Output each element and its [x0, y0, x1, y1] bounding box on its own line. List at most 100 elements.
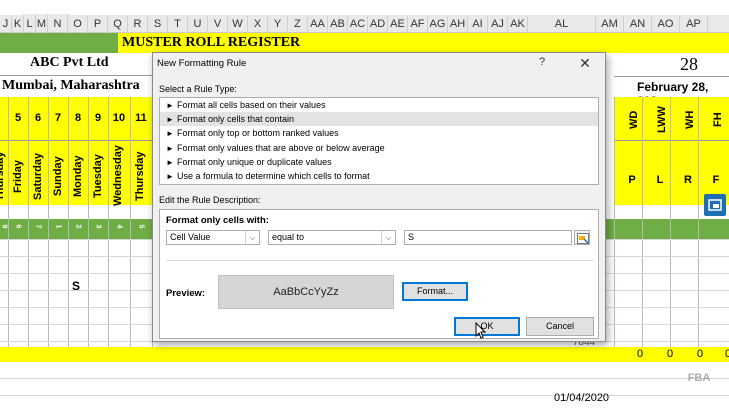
day-number-cell: 5	[14, 112, 22, 124]
condition-type-select[interactable]: Cell Value ⌵	[166, 230, 260, 245]
rule-type-item[interactable]: ► Format only top or bottom ranked values	[160, 126, 598, 140]
day-number-cell: 6	[34, 112, 42, 124]
rule-type-list: ► Format all cells based on their values ►…	[159, 97, 599, 185]
title-accent-strip	[0, 33, 118, 53]
weekday-cell: Friday	[12, 159, 24, 193]
gridline	[0, 378, 729, 379]
gridline	[28, 97, 29, 362]
column-header-ai[interactable]: AI	[468, 15, 488, 33]
column-header-k[interactable]: K	[12, 15, 24, 33]
column-header-al[interactable]: AL	[528, 15, 596, 33]
serial-number-cell: 9	[0, 224, 8, 229]
rule-type-item[interactable]: ► Use a formula to determine which cells …	[160, 169, 598, 183]
column-header-r[interactable]: R	[128, 15, 148, 33]
column-header-t[interactable]: T	[168, 15, 188, 33]
gridline	[614, 97, 615, 362]
summary-header-fh: FH	[712, 112, 724, 128]
column-header-w[interactable]: W	[228, 15, 248, 33]
column-header-u[interactable]: U	[188, 15, 208, 33]
rule-type-item[interactable]: ► Format all cells based on their values	[160, 98, 598, 112]
mouse-pointer-icon	[475, 321, 487, 345]
play-arrow-icon: ►	[166, 143, 174, 153]
summary-code-cell: P	[628, 174, 636, 186]
column-header-an[interactable]: AN	[624, 15, 652, 33]
gridline	[670, 97, 671, 362]
column-header-y[interactable]: Y	[268, 15, 288, 33]
total-cell: 0	[724, 348, 729, 360]
chevron-down-icon: ⌵	[381, 231, 395, 244]
cancel-button[interactable]: Cancel	[526, 317, 594, 336]
operator-select[interactable]: equal to ⌵	[268, 230, 396, 245]
attendance-mark-cell[interactable]: S	[68, 279, 84, 293]
rule-type-item[interactable]: ► Format only cells that contain	[160, 112, 598, 127]
column-header-j[interactable]: J	[0, 15, 12, 33]
range-select-icon	[577, 233, 589, 244]
excel-window: FBA JKLMNOPQRSTUVWXYZAAABACADAEAFAGAHAIA…	[0, 0, 729, 410]
range-select-button[interactable]	[574, 230, 590, 245]
preview-sample-text: AaBbCcYyZz	[273, 286, 339, 298]
play-arrow-icon: ►	[166, 101, 174, 110]
column-header-ak[interactable]: AK	[508, 15, 528, 33]
column-header-p[interactable]: P	[88, 15, 108, 33]
gridline	[642, 97, 643, 362]
column-header-af[interactable]: AF	[408, 15, 428, 33]
chevron-down-icon: ⌵	[245, 231, 259, 244]
gridline	[68, 97, 69, 362]
quick-analysis-icon[interactable]	[704, 194, 726, 216]
gridline	[108, 97, 109, 362]
column-header-ap[interactable]: AP	[680, 15, 708, 33]
column-header-ao[interactable]: AO	[652, 15, 680, 33]
gridline	[48, 97, 49, 362]
summary-code-cell: F	[712, 174, 720, 186]
weekday-cell: Saturday	[32, 152, 44, 200]
day-number-cell: 8	[74, 112, 82, 124]
preview-label: Preview:	[166, 288, 206, 299]
column-header-ac[interactable]: AC	[348, 15, 368, 33]
column-header-n[interactable]: N	[48, 15, 68, 33]
company-location: Mumbai, Maharashtra	[2, 78, 140, 93]
column-header-s[interactable]: S	[148, 15, 168, 33]
close-icon[interactable]: ✕	[573, 54, 597, 72]
format-button[interactable]: Format...	[402, 282, 468, 301]
serial-number-cell: 7	[34, 224, 42, 229]
column-header-ad[interactable]: AD	[368, 15, 388, 33]
column-header-l[interactable]: L	[24, 15, 36, 33]
column-header-v[interactable]: V	[208, 15, 228, 33]
ribbon-strip	[0, 0, 729, 15]
column-header-am[interactable]: AM	[596, 15, 624, 33]
column-header-ae[interactable]: AE	[388, 15, 408, 33]
column-header-ag[interactable]: AG	[428, 15, 448, 33]
column-header-m[interactable]: M	[36, 15, 48, 33]
rule-type-item[interactable]: ► Format only unique or duplicate values	[160, 155, 598, 169]
date-cell[interactable]: 01/04/2020	[554, 392, 614, 404]
register-title: MUSTER ROLL REGISTER	[122, 35, 301, 50]
weekday-cell: Thursday	[0, 151, 6, 201]
days-in-month: 28	[680, 54, 698, 74]
gridline	[8, 97, 9, 362]
rule-type-label: Format all cells based on their values	[177, 100, 326, 110]
day-number-cell: 11	[135, 112, 147, 124]
select-rule-type-label: Select a Rule Type:	[159, 84, 237, 94]
column-header-aj[interactable]: AJ	[488, 15, 508, 33]
ok-button[interactable]: OK	[454, 317, 520, 336]
weekday-cell: Tuesday	[92, 154, 104, 198]
svg-text:FBA: FBA	[688, 372, 711, 384]
value-input[interactable]: S	[404, 230, 572, 245]
summary-header-wh: WH	[684, 110, 696, 130]
serial-number-cell: 3	[94, 224, 102, 229]
weekday-cell: Sunday	[52, 156, 64, 196]
help-icon[interactable]: ?	[539, 56, 545, 68]
column-header-z[interactable]: Z	[288, 15, 308, 33]
rule-type-item[interactable]: ► Format only values that are above or be…	[160, 141, 598, 155]
column-header-ab[interactable]: AB	[328, 15, 348, 33]
day-number-cell: 9	[94, 112, 102, 124]
column-header-q[interactable]: Q	[108, 15, 128, 33]
day-number-cell: 7	[54, 112, 62, 124]
day-number-cell: 10	[112, 112, 126, 124]
column-header-o[interactable]: O	[68, 15, 88, 33]
column-header-x[interactable]: X	[248, 15, 268, 33]
numbers-strip-right	[606, 219, 729, 239]
summary-header-wd: WD	[628, 110, 640, 130]
column-header-ah[interactable]: AH	[448, 15, 468, 33]
column-header-aa[interactable]: AA	[308, 15, 328, 33]
